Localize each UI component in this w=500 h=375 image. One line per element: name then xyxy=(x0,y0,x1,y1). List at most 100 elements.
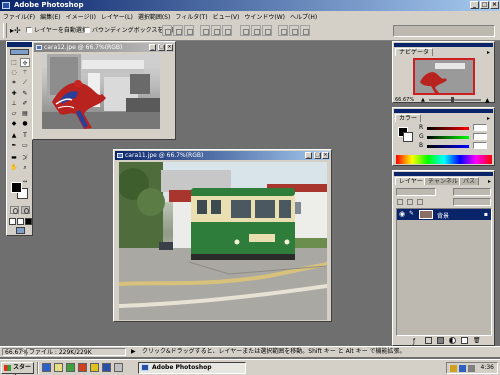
standard-mode-icon[interactable] xyxy=(10,206,19,214)
type-tool-icon[interactable]: T xyxy=(20,131,30,140)
adjustment-layer-icon[interactable] xyxy=(449,337,456,344)
tab-layers[interactable]: レイヤー xyxy=(395,177,427,185)
color-tab[interactable]: カラー xyxy=(395,114,422,122)
crop-tool-icon[interactable]: ⌗ xyxy=(9,78,19,87)
navigator-zoom-in-icon[interactable]: ▲ xyxy=(485,97,490,104)
color-spectrum-bar[interactable] xyxy=(396,155,492,164)
navigator-zoom-slider-thumb[interactable] xyxy=(451,97,454,103)
brush-tool-icon[interactable]: ✎ xyxy=(20,89,30,98)
lasso-tool-icon[interactable]: ◌ xyxy=(9,68,19,77)
blend-mode-select[interactable] xyxy=(396,188,436,196)
start-button[interactable]: スタート xyxy=(1,362,34,375)
slice-tool-icon[interactable]: ⟋ xyxy=(20,78,30,87)
minimize-button[interactable]: _ xyxy=(470,1,479,9)
menu-layer[interactable]: レイヤー(L) xyxy=(101,12,133,21)
menu-window[interactable]: ウインドウ(W) xyxy=(244,12,285,21)
tab-paths[interactable]: パス xyxy=(459,177,480,185)
notes-tool-icon[interactable]: ▬ xyxy=(9,153,19,162)
doc2-minimize-button[interactable]: _ xyxy=(305,152,312,159)
layers-menu-icon[interactable]: ▸ xyxy=(488,178,491,185)
photoshop-quicklaunch-icon[interactable] xyxy=(102,363,111,372)
zoom-tool-icon[interactable]: ⌕ xyxy=(20,163,30,172)
menu-file[interactable]: ファイル(F) xyxy=(3,12,35,21)
move-tool-button[interactable]: ✢ xyxy=(20,58,30,67)
jump-to-imageready-icon[interactable] xyxy=(16,227,25,234)
blur-tool-icon[interactable]: ◆ xyxy=(9,119,19,128)
navigator-tab[interactable]: ナビゲータ xyxy=(395,48,434,56)
pen-tool-icon[interactable]: ✒ xyxy=(9,141,19,150)
eraser-tool-icon[interactable]: ▱ xyxy=(9,109,19,118)
screen-mode-standard-icon[interactable] xyxy=(9,218,16,225)
media-icon[interactable] xyxy=(78,363,87,372)
distribute-top-icon[interactable] xyxy=(240,25,250,36)
menu-filter[interactable]: フィルタ(T) xyxy=(175,12,207,21)
screen-mode-full-icon[interactable] xyxy=(25,218,32,225)
align-hcenter-icon[interactable] xyxy=(211,25,221,36)
doc2-maximize-button[interactable]: □ xyxy=(314,152,321,159)
clone-stamp-icon[interactable]: ⊥ xyxy=(9,99,19,108)
color-value-b[interactable] xyxy=(473,142,487,149)
tray-ime-icon[interactable] xyxy=(450,365,457,372)
hand-tool-icon[interactable]: ✋ xyxy=(9,163,19,172)
image-canvas-cara12[interactable] xyxy=(42,54,160,129)
color-bg-swatch[interactable] xyxy=(403,132,413,142)
doc1-maximize-button[interactable]: □ xyxy=(158,44,165,51)
fill-field[interactable] xyxy=(453,198,491,206)
distribute-bottom-icon[interactable] xyxy=(262,25,272,36)
distribute-vcenter-icon[interactable] xyxy=(251,25,261,36)
doc1-minimize-button[interactable]: _ xyxy=(149,44,156,51)
magic-wand-tool-icon[interactable]: ⚚ xyxy=(20,68,30,77)
navigator-zoom-slider[interactable] xyxy=(429,99,481,101)
quicklaunch-more-icon[interactable] xyxy=(114,363,123,372)
navigator-panel-handle[interactable] xyxy=(394,43,493,47)
color-slider-b[interactable] xyxy=(427,145,469,148)
lock-position-checkbox[interactable] xyxy=(417,199,423,205)
distribute-left-icon[interactable] xyxy=(278,25,288,36)
taskbar-button-photoshop[interactable]: Adobe Photoshop xyxy=(138,362,246,374)
navigator-zoom-value[interactable]: 66.67% xyxy=(395,97,414,103)
tray-network-icon[interactable] xyxy=(459,365,466,372)
menu-view[interactable]: ビュー(V) xyxy=(213,12,240,21)
menu-select[interactable]: 選択範囲(S) xyxy=(138,12,171,21)
gradient-tool-icon[interactable]: ▤ xyxy=(20,109,30,118)
shape-tool-icon[interactable]: ▭ xyxy=(20,141,30,150)
menu-help[interactable]: ヘルプ(H) xyxy=(290,12,317,21)
color-slider-g[interactable] xyxy=(427,136,469,139)
eyedropper-icon[interactable]: ⟉ xyxy=(20,153,30,162)
close-button[interactable]: × xyxy=(490,1,499,9)
lock-transparency-checkbox[interactable] xyxy=(397,199,403,205)
tray-volume-icon[interactable] xyxy=(468,365,475,372)
layer-mask-icon[interactable] xyxy=(425,337,432,344)
auto-select-layer-checkbox[interactable] xyxy=(26,27,32,33)
delete-layer-icon[interactable]: 🗑 xyxy=(473,337,481,344)
layer-style-icon[interactable]: ƒ xyxy=(413,338,415,345)
history-brush-icon[interactable]: ✐ xyxy=(20,99,30,108)
doc2-close-button[interactable]: × xyxy=(322,152,329,159)
ie-icon[interactable] xyxy=(42,363,51,372)
menu-image[interactable]: イメージ(I) xyxy=(66,12,96,21)
tray-clock[interactable]: 4:36 xyxy=(481,364,494,371)
swap-colors-icon[interactable]: ↔ xyxy=(23,179,27,185)
palette-well[interactable] xyxy=(393,25,495,37)
lock-pixels-checkbox[interactable] xyxy=(407,199,413,205)
adobe-logo-icon[interactable] xyxy=(10,49,29,55)
status-zoom[interactable]: 66.67% xyxy=(2,348,28,356)
explorer-icon[interactable] xyxy=(90,363,99,372)
navigator-thumbnail[interactable] xyxy=(413,58,475,95)
marquee-tool-icon[interactable]: ⬚ xyxy=(9,58,19,67)
status-arrow-icon[interactable]: ▶ xyxy=(131,348,136,355)
path-selection-icon[interactable]: ▲ xyxy=(9,131,19,140)
screen-mode-full-menu-icon[interactable] xyxy=(17,218,24,225)
distribute-right-icon[interactable] xyxy=(300,25,310,36)
status-file-size[interactable]: ファイル : 229K/229K xyxy=(26,348,126,356)
toolbox-handle[interactable] xyxy=(7,42,32,47)
healing-brush-icon[interactable]: ✚ xyxy=(9,89,19,98)
outlook-icon[interactable] xyxy=(54,363,63,372)
align-bottom-icon[interactable] xyxy=(184,25,194,36)
document-titlebar-cara11[interactable]: cara11.jpe @ 66.7%(RGB) xyxy=(115,151,330,160)
dodge-tool-icon[interactable]: ● xyxy=(20,119,30,128)
navigator-zoom-out-icon[interactable]: ▲ xyxy=(421,97,425,103)
align-right-icon[interactable] xyxy=(222,25,232,36)
show-bounding-box-checkbox[interactable] xyxy=(84,27,90,33)
opacity-field[interactable] xyxy=(453,188,491,196)
